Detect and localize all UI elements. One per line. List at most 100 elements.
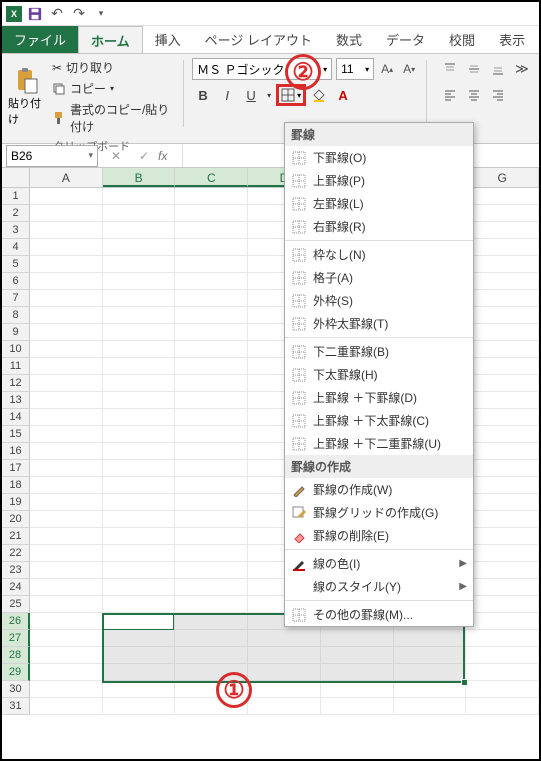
cell[interactable] — [466, 256, 539, 273]
cut-button[interactable]: ✂ 切り取り — [50, 58, 175, 77]
cell[interactable] — [30, 698, 103, 715]
cell[interactable] — [103, 698, 176, 715]
cell[interactable] — [466, 273, 539, 290]
cell[interactable] — [103, 477, 176, 494]
cell[interactable] — [466, 205, 539, 222]
cell[interactable] — [103, 239, 176, 256]
cell[interactable] — [103, 664, 176, 681]
cell[interactable] — [30, 511, 103, 528]
border-option-top[interactable]: 上罫線(P) — [285, 169, 473, 192]
border-tool-draw-grid[interactable]: 罫線グリッドの作成(G) — [285, 501, 473, 524]
cell[interactable] — [175, 630, 248, 647]
row-header[interactable]: 29 — [2, 664, 30, 681]
cell[interactable] — [103, 188, 176, 205]
cell[interactable] — [466, 460, 539, 477]
cell[interactable] — [394, 664, 467, 681]
border-tool-style[interactable]: 線のスタイル(Y)▶ — [285, 575, 473, 598]
underline-button[interactable]: U — [240, 84, 262, 106]
row-header[interactable]: 2 — [2, 205, 30, 222]
align-top-button[interactable] — [439, 58, 461, 80]
cell[interactable] — [175, 443, 248, 460]
cell[interactable] — [103, 579, 176, 596]
cell[interactable] — [30, 545, 103, 562]
row-header[interactable]: 20 — [2, 511, 30, 528]
cell[interactable] — [466, 239, 539, 256]
cell[interactable] — [30, 647, 103, 664]
border-option-top-dbl-bottom[interactable]: 上罫線 ＋下二重罫線(U) — [285, 432, 473, 455]
name-box[interactable]: B26 ▾ — [6, 145, 98, 167]
row-header[interactable]: 16 — [2, 443, 30, 460]
tab-home[interactable]: ホーム — [78, 26, 143, 53]
cell[interactable] — [466, 562, 539, 579]
cell[interactable] — [103, 273, 176, 290]
cell[interactable] — [466, 647, 539, 664]
cell[interactable] — [30, 494, 103, 511]
cell[interactable] — [30, 239, 103, 256]
cell[interactable] — [466, 613, 539, 630]
cell[interactable] — [466, 222, 539, 239]
cell[interactable] — [30, 256, 103, 273]
cell[interactable] — [466, 596, 539, 613]
cell[interactable] — [175, 205, 248, 222]
cell[interactable] — [394, 630, 467, 647]
cell[interactable] — [103, 222, 176, 239]
border-option-thick-bottom[interactable]: 下太罫線(H) — [285, 363, 473, 386]
cell[interactable] — [175, 664, 248, 681]
cell[interactable] — [30, 579, 103, 596]
tab-data[interactable]: データ — [374, 26, 437, 53]
cell[interactable] — [175, 375, 248, 392]
cell[interactable] — [103, 358, 176, 375]
tab-file[interactable]: ファイル — [2, 26, 78, 53]
border-tool-erase[interactable]: 罫線の削除(E) — [285, 524, 473, 547]
cell[interactable] — [248, 647, 321, 664]
cell[interactable] — [30, 358, 103, 375]
cell[interactable] — [30, 409, 103, 426]
border-option-outside[interactable]: 外枠(S) — [285, 289, 473, 312]
border-option-right[interactable]: 右罫線(R) — [285, 215, 473, 238]
border-option-bottom[interactable]: 下罫線(O) — [285, 146, 473, 169]
cell[interactable] — [175, 273, 248, 290]
cell[interactable] — [466, 528, 539, 545]
cell[interactable] — [175, 494, 248, 511]
cell[interactable] — [175, 460, 248, 477]
cell[interactable] — [103, 443, 176, 460]
cell[interactable] — [103, 596, 176, 613]
underline-dd-icon[interactable]: ▾ — [264, 84, 274, 106]
paste-button[interactable]: 貼り付け — [8, 58, 46, 136]
cell[interactable] — [103, 392, 176, 409]
cell[interactable] — [394, 647, 467, 664]
border-option-top-thick-bottom[interactable]: 上罫線 ＋下太罫線(C) — [285, 409, 473, 432]
cell[interactable] — [30, 307, 103, 324]
fx-icon[interactable]: fx — [158, 149, 182, 163]
border-option-all[interactable]: 格子(A) — [285, 266, 473, 289]
cell[interactable] — [466, 188, 539, 205]
row-header[interactable]: 8 — [2, 307, 30, 324]
border-tool-color[interactable]: 線の色(I)▶ — [285, 552, 473, 575]
cell[interactable] — [466, 290, 539, 307]
cell[interactable] — [175, 528, 248, 545]
cell[interactable] — [30, 460, 103, 477]
grow-font-button[interactable]: A▴ — [378, 60, 396, 78]
row-header[interactable]: 17 — [2, 460, 30, 477]
border-option-dbl-bottom[interactable]: 下二重罫線(B) — [285, 340, 473, 363]
cell[interactable] — [103, 307, 176, 324]
cell[interactable] — [175, 239, 248, 256]
save-button[interactable] — [26, 5, 44, 23]
align-middle-button[interactable] — [463, 58, 485, 80]
align-center-button[interactable] — [463, 84, 485, 106]
row-header[interactable]: 19 — [2, 494, 30, 511]
cell[interactable] — [466, 375, 539, 392]
cell[interactable] — [321, 664, 394, 681]
cell[interactable] — [103, 545, 176, 562]
row-header[interactable]: 24 — [2, 579, 30, 596]
border-tool-draw[interactable]: 罫線の作成(W) — [285, 478, 473, 501]
undo-button[interactable]: ↶ — [48, 5, 66, 23]
cell[interactable] — [103, 681, 176, 698]
cell[interactable] — [30, 664, 103, 681]
row-header[interactable]: 10 — [2, 341, 30, 358]
redo-button[interactable]: ↷ — [70, 5, 88, 23]
row-header[interactable]: 5 — [2, 256, 30, 273]
font-size-combo[interactable]: 11 ▾ — [336, 58, 374, 80]
cell[interactable] — [175, 579, 248, 596]
cell[interactable] — [175, 596, 248, 613]
